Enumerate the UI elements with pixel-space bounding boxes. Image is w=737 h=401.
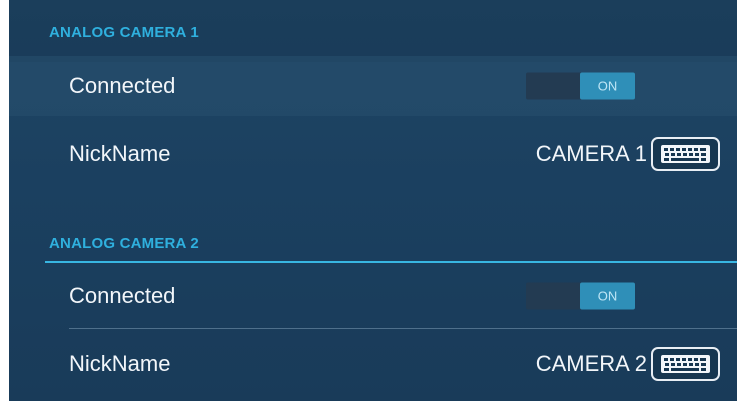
camera2-nickname-row: NickName CAMERA 2 <box>9 334 737 394</box>
camera1-connected-row[interactable]: Connected ON <box>9 56 737 116</box>
camera1-nickname-value: CAMERA 1 <box>535 141 647 166</box>
camera1-keyboard-button[interactable] <box>651 137 720 171</box>
settings-panel: ANALOG CAMERA 1 Connected ON NickName CA… <box>9 0 737 401</box>
camera1-nickname-row: NickName CAMERA 1 <box>9 124 737 184</box>
toggle-state: ON <box>580 72 635 100</box>
camera2-connected-toggle[interactable]: ON <box>526 282 635 310</box>
section-title: ANALOG CAMERA 2 <box>49 235 199 252</box>
camera2-connected-row[interactable]: Connected ON <box>9 266 737 326</box>
keyboard-icon <box>661 355 710 373</box>
nickname-label: NickName <box>69 141 171 166</box>
nickname-label: NickName <box>69 351 171 376</box>
camera2-nickname-value: CAMERA 2 <box>535 351 647 376</box>
connected-label: Connected <box>69 73 176 98</box>
section-header-analog-camera-2: ANALOG CAMERA 2 <box>9 226 737 262</box>
toggle-state: ON <box>580 282 635 310</box>
row-divider <box>69 328 737 329</box>
section-title: ANALOG CAMERA 1 <box>49 24 199 41</box>
section-header-analog-camera-1: ANALOG CAMERA 1 <box>9 0 737 62</box>
keyboard-icon <box>661 145 710 163</box>
section-divider <box>45 261 737 263</box>
camera1-connected-toggle[interactable]: ON <box>526 72 635 100</box>
connected-label: Connected <box>69 283 176 308</box>
camera2-keyboard-button[interactable] <box>651 347 720 381</box>
